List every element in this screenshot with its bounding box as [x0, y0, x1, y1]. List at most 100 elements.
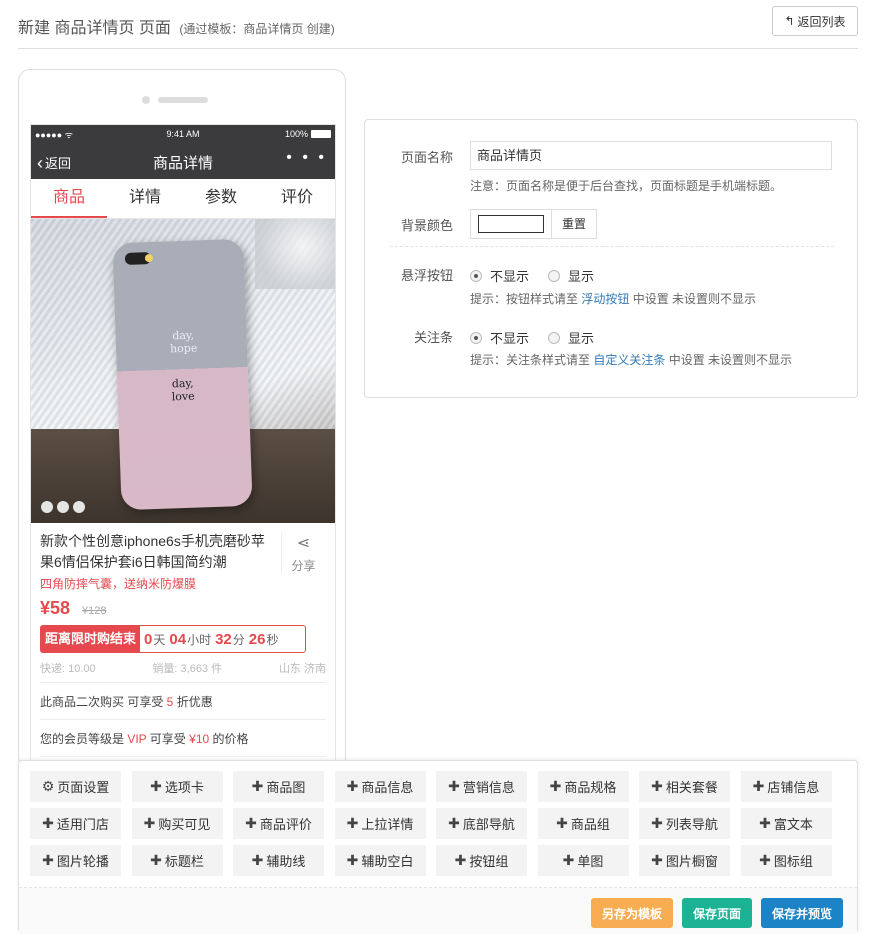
plus-icon: ✚	[454, 852, 467, 868]
component-label: 商品规格	[564, 780, 617, 795]
page-title-text: 新建 商品详情页 页面	[18, 20, 171, 37]
product-tabs: 商品 详情 参数 评价	[31, 179, 335, 219]
plus-icon: ✚	[651, 778, 663, 794]
toolbar-footer: 另存为模板 保存页面 保存并预览	[19, 888, 857, 934]
tab-details[interactable]: 详情	[107, 179, 183, 218]
component-button-10[interactable]: ✚ 购买可见	[131, 808, 223, 839]
plus-icon: ✚	[448, 815, 460, 831]
countdown-hours: 04	[169, 630, 187, 648]
plus-icon: ✚	[42, 815, 54, 831]
plus-icon: ✚	[143, 815, 156, 831]
plus-icon: ✚	[556, 815, 568, 831]
component-button-9[interactable]: ✚ 适用门店	[30, 808, 121, 839]
component-button-1[interactable]: ⚙ 页面设置	[30, 771, 121, 802]
reset-color-button[interactable]: 重置	[552, 210, 596, 238]
follow-hide-radio[interactable]: 不显示	[470, 328, 529, 347]
component-label: 辅助空白	[361, 854, 414, 869]
component-button-7[interactable]: ✚ 相关套餐	[639, 771, 730, 802]
color-swatch-button[interactable]	[471, 210, 552, 238]
component-button-17[interactable]: ✚ 图片轮播	[30, 845, 121, 876]
section-divider	[390, 246, 834, 247]
plus-icon: ✚	[346, 852, 359, 868]
component-label: 单图	[577, 854, 604, 869]
component-label: 上拉详情	[361, 817, 414, 832]
color-swatch	[478, 215, 544, 233]
save-page-button[interactable]: 保存页面	[682, 898, 752, 928]
component-button-20[interactable]: ✚ 辅助空白	[334, 845, 426, 876]
product-meta: 快递: 10.00 销量: 3,663 件 山东 济南	[40, 660, 326, 683]
float-button-label: 悬浮按钮	[400, 268, 453, 283]
tab-goods[interactable]: 商品	[31, 179, 107, 218]
component-button-21[interactable]: ✚ 按钮组	[436, 845, 527, 876]
float-button-link[interactable]: 浮动按钮	[581, 292, 629, 306]
component-button-15[interactable]: ✚ 列表导航	[639, 808, 730, 839]
carousel-dots[interactable]	[41, 501, 85, 513]
bg-color-label: 背景颜色	[400, 218, 453, 233]
phone-camera-dot	[142, 96, 150, 104]
component-button-6[interactable]: ✚ 商品规格	[537, 771, 629, 802]
phone-screen[interactable]: ●●●●● ᯤ 9:41 AM 100% ‹ 返回 商品详情 • • • 商品 …	[30, 124, 336, 768]
countdown-minutes: 32	[215, 630, 232, 648]
component-label: 店铺信息	[767, 780, 820, 795]
component-label: 图标组	[773, 854, 813, 869]
follow-bar-link[interactable]: 自定义关注条	[593, 353, 665, 367]
component-button-24[interactable]: ✚ 图标组	[740, 845, 832, 876]
component-button-19[interactable]: ✚ 辅助线	[233, 845, 324, 876]
component-button-8[interactable]: ✚ 店铺信息	[740, 771, 832, 802]
component-button-11[interactable]: ✚ 商品评价	[233, 808, 324, 839]
camera-flash	[144, 253, 154, 263]
component-button-18[interactable]: ✚ 标题栏	[131, 845, 223, 876]
component-label: 商品评价	[259, 817, 312, 832]
shipping-fee: 快递: 10.00	[40, 663, 96, 675]
carousel-dot	[73, 501, 85, 513]
component-button-16[interactable]: ✚ 富文本	[740, 808, 832, 839]
component-label: 富文本	[773, 817, 813, 832]
plus-icon: ✚	[759, 815, 771, 831]
phone-speaker	[158, 97, 208, 103]
countdown-days: 0	[144, 630, 153, 648]
component-label: 按钮组	[469, 854, 509, 869]
page-title: 新建 商品详情页 页面 (通过模板：商品详情页 创建)	[18, 14, 335, 38]
float-show-radio[interactable]: 显示	[548, 266, 594, 285]
product-price: ¥58	[40, 598, 71, 618]
plus-icon: ✚	[251, 778, 264, 794]
component-label: 商品组	[570, 817, 610, 832]
component-button-23[interactable]: ✚ 图片橱窗	[639, 845, 730, 876]
page-title-subtitle: (通过模板：商品详情页 创建)	[179, 22, 335, 36]
component-label: 底部导航	[462, 817, 515, 832]
flash-sale-countdown: 距离限时购结束 0天 04 小时 32 分 26 秒	[40, 625, 306, 653]
component-button-13[interactable]: ✚ 底部导航	[436, 808, 527, 839]
case-text-love: day, love	[171, 376, 195, 404]
share-button[interactable]: ⋖ 分享	[281, 533, 325, 574]
back-to-list-button[interactable]: ↰ 返回列表	[772, 6, 858, 36]
product-image-carousel[interactable]: day, hope day, love	[31, 219, 335, 523]
more-icon[interactable]: • • •	[286, 149, 327, 167]
product-info: 新款个性创意iphone6s手机壳磨砂苹果6情侣保护套i6日韩国简约潮 ⋖ 分享…	[31, 523, 335, 757]
tab-params[interactable]: 参数	[183, 179, 259, 218]
follow-show-radio[interactable]: 显示	[548, 328, 594, 347]
radio-checked-icon	[470, 269, 482, 282]
radio-unchecked-icon	[548, 269, 560, 282]
component-button-4[interactable]: ✚ 商品信息	[334, 771, 426, 802]
background-ice	[255, 219, 335, 289]
plus-icon: ✚	[549, 778, 562, 794]
component-button-14[interactable]: ✚ 商品组	[537, 808, 629, 839]
phone-preview: ●●●●● ᯤ 9:41 AM 100% ‹ 返回 商品详情 • • • 商品 …	[18, 69, 346, 769]
component-label: 商品图	[266, 780, 306, 795]
tab-reviews[interactable]: 评价	[259, 179, 335, 218]
save-as-template-button[interactable]: 另存为模板	[591, 898, 673, 928]
component-button-12[interactable]: ✚ 上拉详情	[334, 808, 426, 839]
countdown-seconds: 26	[248, 630, 266, 648]
component-label: 页面设置	[57, 780, 110, 795]
page-name-hint: 注意：页面名称是便于后台查找，页面标题是手机端标题。	[470, 179, 783, 193]
page-name-input[interactable]: 商品详情页	[470, 141, 832, 170]
component-button-3[interactable]: ✚ 商品图	[233, 771, 324, 802]
plus-icon: ✚	[651, 852, 663, 868]
save-and-preview-button[interactable]: 保存并预览	[761, 898, 843, 928]
component-label: 图片轮播	[56, 854, 109, 869]
component-label: 标题栏	[164, 854, 204, 869]
component-button-5[interactable]: ✚ 营销信息	[436, 771, 527, 802]
component-button-22[interactable]: ✚ 单图	[537, 845, 629, 876]
component-button-2[interactable]: ✚ 选项卡	[131, 771, 223, 802]
float-hide-radio[interactable]: 不显示	[470, 266, 529, 285]
